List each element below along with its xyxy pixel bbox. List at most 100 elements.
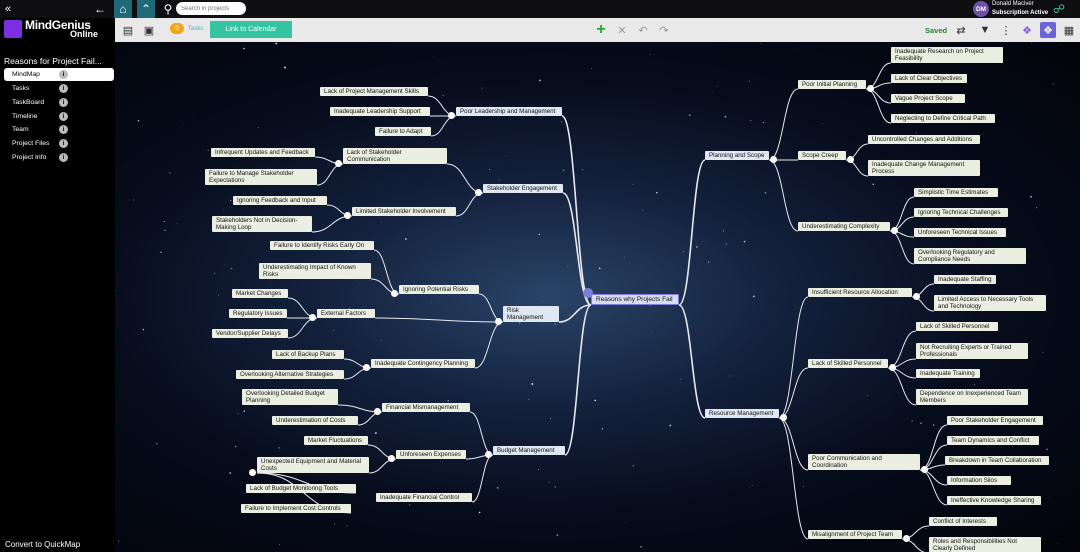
collapse-toggle-icon[interactable]: [583, 288, 593, 298]
collapse-toggle-icon[interactable]: [903, 535, 910, 542]
collapse-toggle-icon[interactable]: [344, 212, 351, 219]
up-level-icon[interactable]: ⌃: [137, 0, 155, 18]
mindmap-node[interactable]: Market Fluctuations: [304, 436, 368, 445]
mindmap-node[interactable]: Stakeholder Engagement: [483, 184, 563, 193]
delete-node-icon[interactable]: ✕: [614, 22, 630, 38]
mindmap-node[interactable]: External Factors: [317, 309, 375, 318]
mindmap-node[interactable]: Overlooking Detailed Budget Planning: [242, 389, 338, 405]
mindmap-node[interactable]: Unforeseen Expenses: [396, 450, 466, 459]
branch-style-icon[interactable]: ❖: [1019, 22, 1035, 38]
mindmap-node[interactable]: Dependence on Inexperienced Team Members: [916, 389, 1028, 405]
mindmap-node[interactable]: Information Silos: [947, 476, 1011, 485]
mindmap-node[interactable]: Planning and Scope: [705, 151, 769, 160]
mindmap-node[interactable]: Scope Creep: [798, 151, 846, 160]
mindmap-node[interactable]: Limited Access to Necessary Tools and Te…: [934, 295, 1046, 311]
mindmap-node[interactable]: Inadequate Leadership Support: [330, 107, 430, 116]
mindmap-node[interactable]: Inadequate Staffing: [934, 275, 996, 284]
mindmap-node[interactable]: Not Recruiting Experts or Trained Profes…: [916, 343, 1028, 359]
mindmap-node[interactable]: Financial Mismanagement: [382, 403, 470, 412]
collapse-toggle-icon[interactable]: [374, 408, 381, 415]
mindmap-node[interactable]: Lack of Backup Plans: [272, 350, 344, 359]
info-icon[interactable]: i: [59, 112, 68, 121]
collapse-toggle-icon[interactable]: [921, 466, 928, 473]
mindmap-node[interactable]: Ignoring Technical Challenges: [914, 208, 1008, 217]
sidebar-item-tasks[interactable]: Tasks i: [4, 82, 114, 95]
collapse-toggle-icon[interactable]: [448, 112, 455, 119]
collapse-toggle-icon[interactable]: [770, 156, 777, 163]
mindmap-canvas[interactable]: Reasons why Projects Fail Poor Leadership…: [115, 42, 1080, 552]
info-icon[interactable]: i: [59, 153, 68, 162]
mindmap-node[interactable]: Breakdown in Team Collaboration: [945, 456, 1049, 465]
search-input[interactable]: [176, 2, 246, 15]
mindmap-node[interactable]: Underestimating Impact of Known Risks: [259, 263, 371, 279]
mindmap-node[interactable]: Infrequent Updates and Feedback: [211, 148, 315, 157]
mindmap-node[interactable]: Inadequate Research on Project Feasibili…: [891, 47, 1003, 63]
mindmap-node[interactable]: Poor Stakeholder Engagement: [947, 416, 1043, 425]
notes-icon[interactable]: ▤: [120, 22, 136, 38]
mindmap-node[interactable]: Limited Stakeholder Involvement: [352, 207, 456, 216]
info-icon[interactable]: i: [59, 84, 68, 93]
mindmap-node[interactable]: Misalignment of Project Team: [808, 530, 902, 539]
mindmap-node[interactable]: Overlooking Regulatory and Compliance Ne…: [914, 248, 1026, 264]
mindmap-node[interactable]: Budget Management: [493, 446, 565, 455]
mindmap-node[interactable]: Vendor/Supplier Delays: [212, 329, 288, 338]
mindmap-node[interactable]: Underestimation of Costs: [272, 416, 358, 425]
mindmap-node[interactable]: Unforeseen Technical Issues: [914, 228, 1006, 237]
mindmap-node[interactable]: Failure to Adapt: [375, 127, 431, 136]
layout-icon[interactable]: ⇄: [953, 22, 969, 38]
collapse-toggle-icon[interactable]: [485, 451, 492, 458]
collapse-toggle-icon[interactable]: [891, 227, 898, 234]
redo-icon[interactable]: ↷: [656, 22, 672, 38]
convert-to-quickmap-link[interactable]: Convert to QuickMap: [5, 540, 80, 549]
mindmap-node[interactable]: Regulatory Issues: [229, 309, 287, 318]
avatar[interactable]: DM: [973, 1, 989, 17]
collapse-toggle-icon[interactable]: [391, 290, 398, 297]
mindmap-node[interactable]: Poor Initial Planning: [798, 80, 866, 89]
mindmap-node[interactable]: Failure to Manage Stakeholder Expectatio…: [205, 169, 317, 185]
link-to-calendar-button[interactable]: Link to Calendar: [210, 21, 292, 38]
mindmap-node[interactable]: Lack of Skilled Personnel: [808, 359, 888, 368]
mindmap-node[interactable]: Insufficient Resource Allocation: [808, 288, 912, 297]
info-icon[interactable]: i: [59, 70, 68, 79]
mindmap-node[interactable]: Simplistic Time Estimates: [914, 188, 998, 197]
mindmap-node[interactable]: Poor Leadership and Management: [456, 107, 562, 116]
mindmap-node[interactable]: Ignoring Potential Risks: [399, 285, 479, 294]
search-icon[interactable]: ⚲: [162, 0, 174, 18]
mindmap-node[interactable]: Overlooking Alternative Strategies: [236, 370, 344, 379]
task-list-icon[interactable]: ▣: [141, 22, 157, 38]
mindmap-node[interactable]: Neglecting to Define Critical Path: [891, 114, 995, 123]
collapse-toggle-icon[interactable]: [913, 293, 920, 300]
map-view-icon[interactable]: ❖: [1040, 22, 1056, 38]
collapse-toggle-icon[interactable]: [309, 314, 316, 321]
collapse-toggle-icon[interactable]: [495, 318, 502, 325]
collapse-toggle-icon[interactable]: [780, 414, 787, 421]
sidebar-item-timeline[interactable]: Timeline i: [4, 110, 114, 123]
mindmap-node[interactable]: Ineffective Knowledge Sharing: [947, 496, 1041, 505]
mindmap-node[interactable]: Unexpected Equipment and Material Costs: [257, 457, 369, 473]
mindmap-node[interactable]: Resource Management: [705, 409, 779, 418]
sidebar-item-mindmap[interactable]: MindMap i: [4, 68, 114, 81]
collapse-toggle-icon[interactable]: [363, 364, 370, 371]
info-icon[interactable]: i: [59, 139, 68, 148]
mindmap-node[interactable]: Failure to Identify Risks Early On: [270, 241, 374, 250]
back-arrow-icon[interactable]: ←: [93, 0, 107, 18]
add-node-icon[interactable]: +: [593, 21, 609, 38]
mindmap-node[interactable]: Lack of Clear Objectives: [891, 74, 967, 83]
collapse-toggle-icon[interactable]: [889, 364, 896, 371]
undo-icon[interactable]: ↶: [635, 22, 651, 38]
collapse-toggle-icon[interactable]: [388, 455, 395, 462]
mindmap-node[interactable]: Lack of Project Management Skills: [320, 87, 428, 96]
integrations-icon[interactable]: ☍: [1052, 0, 1066, 18]
mindmap-node[interactable]: Ignoring Feedback and Input: [233, 196, 327, 205]
collapse-toggle-icon[interactable]: [847, 156, 854, 163]
collapse-toggle-icon[interactable]: [335, 160, 342, 167]
mindmap-node[interactable]: Vague Project Scope: [891, 94, 965, 103]
collapse-sidebar-icon[interactable]: «: [2, 0, 14, 18]
mindmap-node[interactable]: Roles and Responsibilities Not Clearly D…: [929, 537, 1041, 552]
mindmap-node[interactable]: Inadequate Contingency Planning: [371, 359, 475, 368]
mindmap-node[interactable]: Team Dynamics and Conflict: [947, 436, 1039, 445]
mindmap-node[interactable]: Inadequate Financial Control: [376, 493, 472, 502]
mindmap-node[interactable]: Uncontrolled Changes and Additions: [868, 135, 980, 144]
mindmap-node[interactable]: Lack of Skilled Personnel: [916, 322, 998, 331]
info-icon[interactable]: i: [59, 125, 68, 134]
